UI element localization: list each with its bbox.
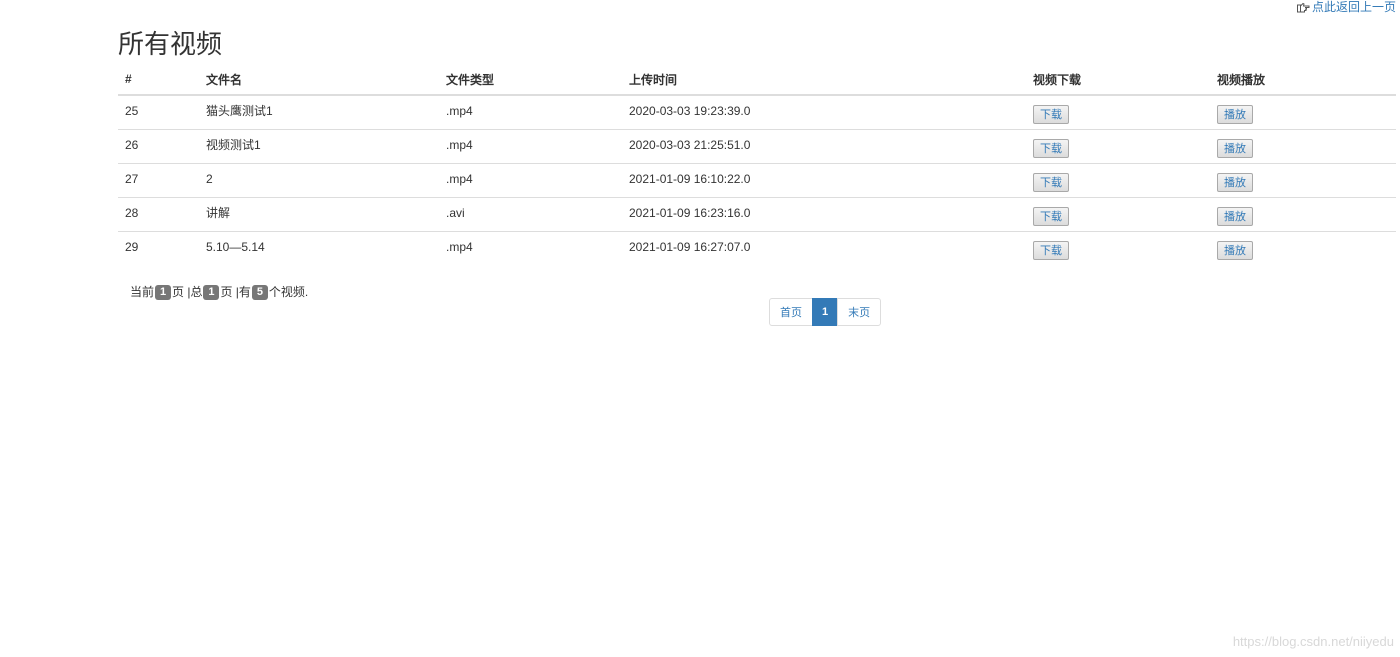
cell-download: 下载 — [1026, 197, 1210, 232]
cell-filetype: .mp4 — [439, 163, 622, 198]
cell-id: 26 — [118, 129, 199, 164]
back-link-label: 点此返回上一页 — [1311, 0, 1396, 14]
cell-download: 下载 — [1026, 163, 1210, 198]
last-page-link[interactable]: 末页 — [837, 298, 882, 326]
page-summary: 当前 1 页 |总 1 页 |有 5 个视频. — [130, 284, 308, 300]
cell-filename: 2 — [199, 163, 439, 198]
summary-current-prefix: 当前 — [130, 285, 155, 299]
table-row: 25 猫头鹰测试1 .mp4 2020-03-03 19:23:39.0 下载 … — [118, 95, 1396, 130]
current-page-link[interactable]: 1 — [812, 298, 839, 326]
cell-filetype: .mp4 — [439, 129, 622, 164]
cell-play: 播放 — [1210, 129, 1396, 164]
download-button[interactable]: 下载 — [1033, 241, 1069, 260]
first-page-link[interactable]: 首页 — [769, 298, 813, 326]
cell-id: 28 — [118, 197, 199, 232]
cell-id: 29 — [125, 239, 139, 254]
page-title: 所有视频 — [118, 29, 223, 59]
cell-play: 播放 — [1210, 163, 1396, 198]
total-pages-badge: 1 — [203, 284, 220, 300]
table-row: 26 视频测试1 .mp4 2020-03-03 21:25:51.0 下载 播… — [118, 129, 1396, 164]
column-header-play: 视频播放 — [1210, 64, 1396, 96]
play-button[interactable]: 播放 — [1217, 207, 1253, 226]
video-table: # 文件名 文件类型 上传时间 视频下载 视频播放 25 猫头鹰测试1 .mp4… — [118, 64, 1396, 265]
play-button[interactable]: 播放 — [1217, 105, 1253, 124]
watermark: https://blog.csdn.net/niiyedu — [1232, 634, 1394, 649]
cell-play: 播放 — [1210, 232, 1396, 266]
cell-download: 下载 — [1026, 232, 1210, 266]
play-button[interactable]: 播放 — [1217, 139, 1253, 158]
table-row: 28 讲解 .avi 2021-01-09 16:23:16.0 下载 播放 — [118, 197, 1396, 232]
pagination: 首页 1 末页 — [769, 298, 882, 326]
table-row: 27 2 .mp4 2021-01-09 16:10:22.0 下载 播放 — [118, 163, 1396, 198]
cell-play: 播放 — [1210, 95, 1396, 130]
column-header-id: # — [118, 64, 199, 96]
cell-id: 25 — [118, 95, 199, 130]
table-row: 29 5.10—5.14 .mp4 2021-01-09 16:27:07.0 … — [118, 232, 1396, 266]
cell-filetype: .mp4 — [439, 95, 622, 130]
column-header-filetype: 文件类型 — [439, 64, 622, 96]
download-button[interactable]: 下载 — [1033, 139, 1069, 158]
cell-filetype: .avi — [439, 197, 622, 232]
column-header-download: 视频下载 — [1026, 64, 1210, 96]
cell-filename: 猫头鹰测试1 — [199, 95, 439, 130]
cell-upload-time: 2021-01-09 16:10:22.0 — [622, 163, 1026, 198]
cell-filename: 视频测试1 — [199, 129, 439, 164]
cell-id: 27 — [118, 163, 199, 198]
download-button[interactable]: 下载 — [1033, 105, 1069, 124]
cell-upload-time: 2020-03-03 21:25:51.0 — [622, 129, 1026, 164]
cell-download: 下载 — [1026, 129, 1210, 164]
cell-filetype: .mp4 — [446, 239, 473, 254]
cell-filename: 讲解 — [199, 197, 439, 232]
play-button[interactable]: 播放 — [1217, 241, 1253, 260]
cell-play: 播放 — [1210, 197, 1396, 232]
summary-total-suffix: 页 |有 — [220, 285, 251, 299]
download-button[interactable]: 下载 — [1033, 173, 1069, 192]
summary-videos-suffix: 个视频. — [268, 285, 309, 299]
cell-download: 下载 — [1026, 95, 1210, 130]
current-page-badge: 1 — [155, 284, 172, 300]
summary-current-suffix: 页 |总 — [172, 285, 203, 299]
column-header-upload-time: 上传时间 — [622, 64, 1026, 96]
back-link[interactable]: 点此返回上一页 — [1296, 0, 1396, 14]
hand-pointing-icon — [1296, 2, 1310, 12]
cell-upload-time: 2020-03-03 19:23:39.0 — [622, 95, 1026, 130]
cell-upload-time: 2021-01-09 16:27:07.0 — [629, 239, 751, 254]
total-videos-badge: 5 — [251, 284, 268, 300]
column-header-filename: 文件名 — [199, 64, 439, 96]
table-header-row: # 文件名 文件类型 上传时间 视频下载 视频播放 — [118, 64, 1396, 96]
download-button[interactable]: 下载 — [1033, 207, 1069, 226]
cell-upload-time: 2021-01-09 16:23:16.0 — [622, 197, 1026, 232]
play-button[interactable]: 播放 — [1217, 173, 1253, 192]
cell-filename: 5.10—5.14 — [206, 239, 265, 254]
